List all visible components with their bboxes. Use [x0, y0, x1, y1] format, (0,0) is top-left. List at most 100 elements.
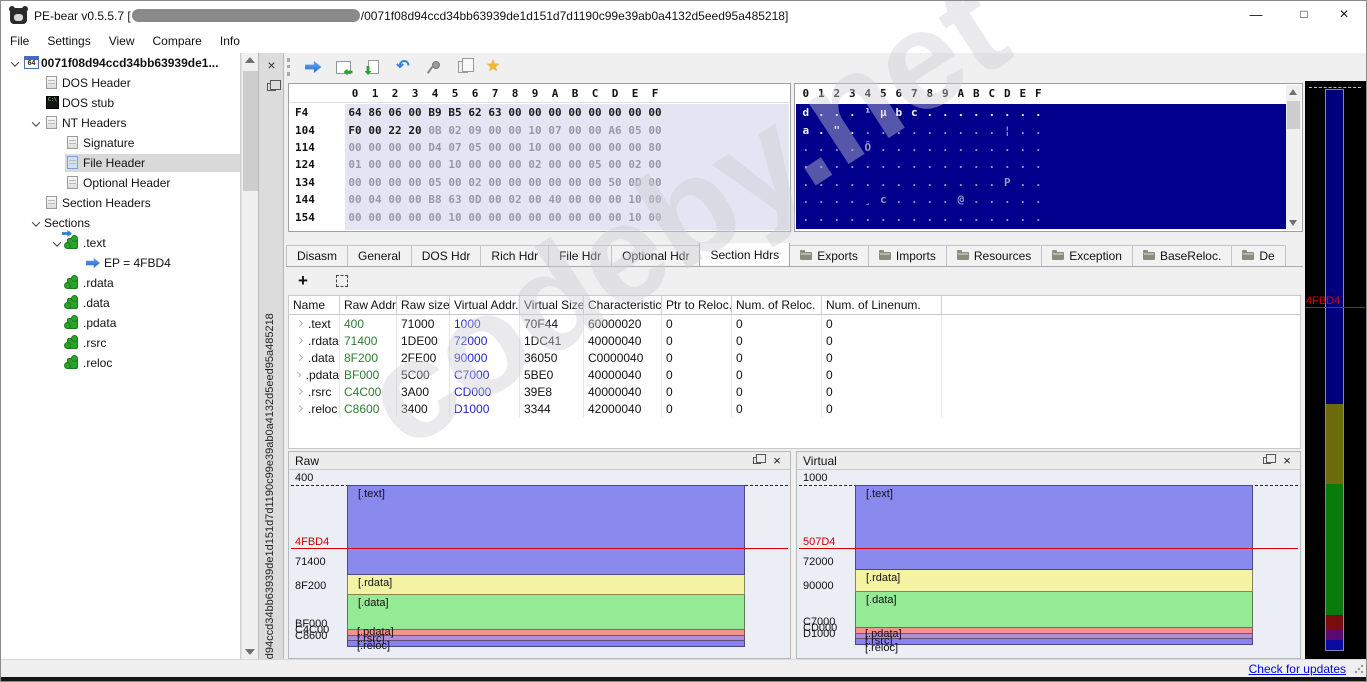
ascii-char[interactable]: . [814, 193, 830, 206]
toolbar-drag-handle[interactable] [287, 58, 290, 76]
ascii-char[interactable]: . [798, 193, 814, 206]
ascii-char[interactable]: . [922, 193, 938, 206]
ascii-char[interactable]: . [860, 124, 876, 137]
menu-settings[interactable]: Settings [38, 31, 99, 51]
hex-byte[interactable]: D4 [425, 141, 445, 154]
table-cell[interactable]: 0 [732, 383, 822, 400]
table-cell[interactable]: 40000040 [584, 366, 662, 383]
ascii-char[interactable]: b [891, 106, 907, 119]
table-cell[interactable]: 39E8 [520, 383, 584, 400]
chevron-down-icon[interactable] [49, 233, 65, 253]
hex-byte[interactable]: 07 [545, 124, 565, 137]
ascii-char[interactable]: . [891, 141, 907, 154]
ascii-char[interactable]: . [876, 176, 892, 189]
hex-byte[interactable]: 00 [645, 176, 665, 189]
hex-byte[interactable]: 62 [465, 106, 485, 119]
ascii-char[interactable]: . [1015, 211, 1031, 224]
table-cell[interactable]: 42000040 [584, 400, 662, 417]
ascii-char[interactable]: . [891, 176, 907, 189]
table-cell[interactable]: BF000 [340, 366, 397, 383]
table-cell[interactable]: 1DC41 [520, 332, 584, 349]
ascii-char[interactable]: . [1000, 106, 1016, 119]
row-expander-icon[interactable] [296, 354, 303, 361]
ascii-char[interactable]: . [829, 158, 845, 171]
tree-item-0071f08d94ccd34bb63939de1-[interactable]: 640071f08d94ccd34bb63939de1... [1, 53, 240, 73]
follow-arrow-icon[interactable] [298, 56, 328, 78]
star-icon[interactable]: ★ [478, 56, 508, 78]
hex-byte[interactable]: 02 [465, 176, 485, 189]
table-cell[interactable]: 5C00 [397, 366, 450, 383]
tree-item-section-headers[interactable]: Section Headers [1, 193, 240, 213]
hex-byte[interactable]: 10 [525, 141, 545, 154]
ascii-char[interactable]: ¹ [860, 106, 876, 119]
hex-byte[interactable]: 00 [385, 141, 405, 154]
table-cell[interactable]: 71000 [397, 315, 450, 332]
chevron-down-icon[interactable] [28, 213, 44, 233]
table-cell[interactable]: 71400 [340, 332, 397, 349]
hex-byte[interactable]: 10 [525, 124, 545, 137]
ascii-char[interactable]: . [1015, 124, 1031, 137]
expand-view-icon[interactable] [336, 275, 348, 287]
hex-byte[interactable]: 00 [585, 193, 605, 206]
ascii-char[interactable]: . [1031, 124, 1047, 137]
table-cell[interactable]: C8600 [340, 400, 397, 417]
table-cell[interactable]: 36050 [520, 349, 584, 366]
hex-byte[interactable]: 00 [545, 141, 565, 154]
hex-byte[interactable]: 00 [585, 176, 605, 189]
panel-float-icon[interactable] [1258, 453, 1276, 468]
ascii-char[interactable]: . [922, 106, 938, 119]
ascii-char[interactable]: . [798, 141, 814, 154]
ascii-char[interactable]: Ô [860, 141, 876, 154]
tab-dos-hdr[interactable]: DOS Hdr [411, 245, 482, 266]
hex-byte[interactable]: 02 [525, 158, 545, 171]
hex-byte[interactable]: 00 [565, 211, 585, 224]
tree-item--pdata[interactable]: .pdata [1, 313, 240, 333]
hex-byte[interactable]: 00 [405, 158, 425, 171]
ascii-char[interactable]: . [845, 106, 861, 119]
ascii-char[interactable]: . [907, 176, 923, 189]
row-expander-icon[interactable] [296, 372, 301, 377]
tab-section-hdrs[interactable]: Section Hdrs [699, 243, 790, 266]
hex-byte[interactable]: 0D [625, 176, 645, 189]
ascii-char[interactable]: . [938, 124, 954, 137]
hex-byte[interactable]: 00 [565, 176, 585, 189]
ascii-char[interactable]: . [876, 211, 892, 224]
table-cell[interactable]: 5BE0 [520, 366, 584, 383]
column-header[interactable]: Raw size [397, 296, 450, 314]
ascii-char[interactable]: . [953, 141, 969, 154]
ascii-char[interactable]: . [969, 141, 985, 154]
tab-general[interactable]: General [347, 245, 412, 266]
table-cell[interactable]: C7000 [450, 366, 520, 383]
ascii-char[interactable]: . [829, 141, 845, 154]
tree-item-file-header[interactable]: File Header [1, 153, 240, 173]
table-cell[interactable]: 1DE00 [397, 332, 450, 349]
table-cell[interactable]: 400 [340, 315, 397, 332]
column-header[interactable]: Virtual Size [520, 296, 584, 314]
tree-item-dos-header[interactable]: DOS Header [1, 73, 240, 93]
hex-byte[interactable]: 05 [425, 176, 445, 189]
ascii-char[interactable]: d [798, 106, 814, 119]
hex-byte[interactable]: 00 [405, 141, 425, 154]
dock-float-icon[interactable] [263, 79, 280, 96]
ascii-char[interactable]: . [922, 158, 938, 171]
hex-byte[interactable]: 00 [585, 124, 605, 137]
hex-byte[interactable]: 10 [625, 211, 645, 224]
ascii-char[interactable]: . [798, 211, 814, 224]
table-cell[interactable]: 0 [662, 315, 732, 332]
hex-byte[interactable]: 00 [505, 176, 525, 189]
hex-byte[interactable]: 64 [345, 106, 365, 119]
ascii-char[interactable]: . [814, 158, 830, 171]
ascii-char[interactable]: . [984, 141, 1000, 154]
hex-byte[interactable]: F0 [345, 124, 365, 137]
undo-icon[interactable]: ↶ [388, 56, 418, 78]
row-expander-icon[interactable] [296, 388, 303, 395]
hex-byte[interactable]: 00 [485, 193, 505, 206]
hex-byte[interactable]: 63 [485, 106, 505, 119]
table-cell[interactable]: CD000 [450, 383, 520, 400]
table-cell[interactable]: .pdata [289, 366, 340, 383]
hex-byte[interactable]: 00 [565, 124, 585, 137]
ascii-char[interactable]: P [1000, 176, 1016, 189]
table-cell[interactable]: 3400 [397, 400, 450, 417]
ascii-char[interactable]: . [814, 176, 830, 189]
pin-icon[interactable] [418, 56, 448, 78]
